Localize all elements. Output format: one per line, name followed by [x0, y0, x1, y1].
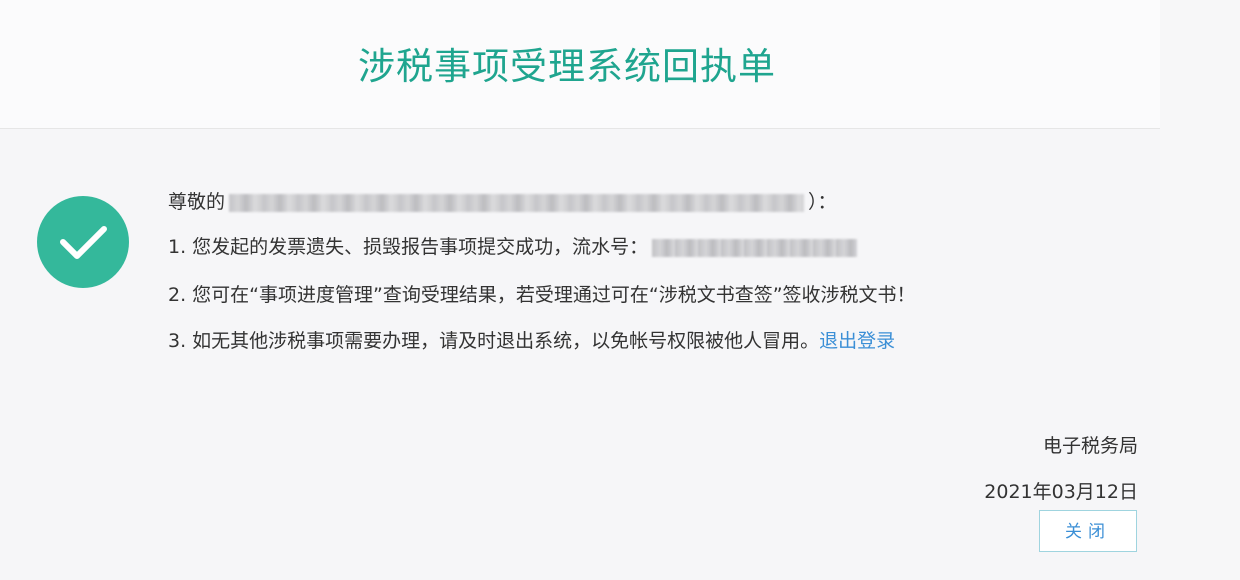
logout-reminder-text: 3. 如无其他涉税事项需要办理，请及时退出系统，以免帐号权限被他人冒用。	[168, 330, 820, 352]
message-line-1: 1. 您发起的发票遗失、损毁报告事项提交成功，流水号：	[168, 234, 858, 260]
receipt-page: 涉税事项受理系统回执单 尊敬的 ）： 1. 您发起的发票遗失、损毁报告事项提交成功…	[0, 0, 1240, 580]
page-title: 涉税事项受理系统回执单	[358, 45, 776, 88]
checkmark-icon	[60, 226, 107, 259]
query-progress-text: 2. 您可在“事项进度管理”查询受理结果，若受理通过可在“涉税文书查签”签收涉税…	[168, 284, 916, 306]
submit-success-text: 1. 您发起的发票遗失、损毁报告事项提交成功，流水号：	[168, 236, 649, 258]
greeting-prefix: 尊敬的	[168, 191, 226, 213]
tax-office-name: 电子税务局	[1042, 435, 1138, 457]
logout-link[interactable]: 退出登录	[819, 330, 895, 352]
page-header: 涉税事项受理系统回执单	[0, 0, 1160, 129]
receipt-date: 2021年03月12日	[984, 481, 1138, 503]
greeting-suffix: ）：	[808, 191, 837, 213]
close-button[interactable]: 关闭	[1039, 510, 1137, 552]
message-line-2: 2. 您可在“事项进度管理”查询受理结果，若受理通过可在“涉税文书查签”签收涉税…	[168, 282, 916, 308]
redacted-serial-number	[652, 238, 858, 257]
greeting-line: 尊敬的 ）：	[168, 189, 837, 215]
message-line-3: 3. 如无其他涉税事项需要办理，请及时退出系统，以免帐号权限被他人冒用。退出登录	[168, 328, 895, 354]
redacted-taxpayer-name	[229, 193, 805, 212]
success-check-icon	[37, 196, 129, 288]
